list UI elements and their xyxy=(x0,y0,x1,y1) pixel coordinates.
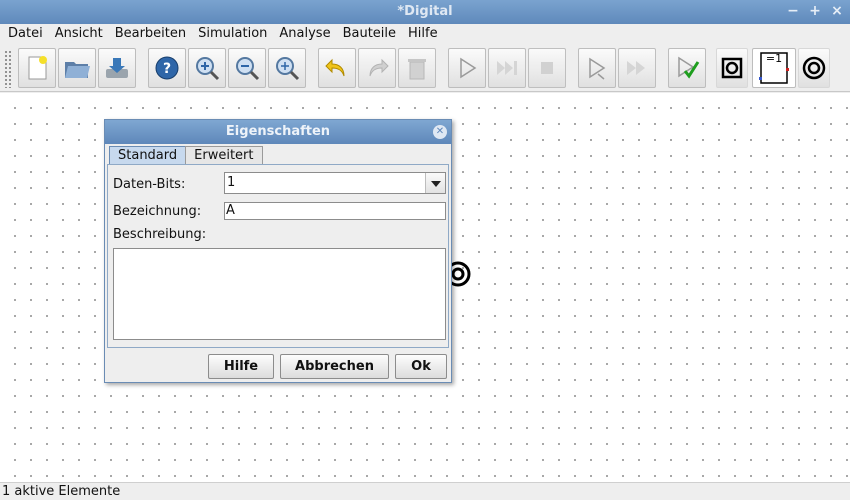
open-button[interactable] xyxy=(58,48,96,88)
menu-bar: Datei Ansicht Bearbeiten Simulation Anal… xyxy=(0,24,850,44)
zoom-out-icon xyxy=(236,57,260,81)
zoom-fit-icon xyxy=(276,57,300,81)
run-button[interactable] xyxy=(448,48,486,88)
tab-standard[interactable]: Standard xyxy=(109,146,187,165)
redo-button[interactable] xyxy=(358,48,396,88)
menu-analyse[interactable]: Analyse xyxy=(273,24,336,44)
gate-icon: =1 xyxy=(759,52,789,84)
zoom-in-icon xyxy=(196,57,220,81)
help-dialog-button[interactable]: Hilfe xyxy=(208,354,274,379)
help-icon: ? xyxy=(155,56,179,80)
cancel-button[interactable]: Abbrechen xyxy=(280,354,389,379)
analysis-icon xyxy=(589,57,606,80)
stop-icon xyxy=(541,62,553,74)
test-button[interactable] xyxy=(668,48,706,88)
zoom-fit-button[interactable] xyxy=(268,48,306,88)
maximize-button[interactable]: + xyxy=(808,2,822,20)
dialog-close-icon[interactable]: ✕ xyxy=(433,125,447,139)
toolbar-grip[interactable] xyxy=(4,50,12,88)
step-icon xyxy=(497,61,517,75)
minimize-button[interactable]: − xyxy=(786,2,800,20)
delete-button[interactable] xyxy=(398,48,436,88)
bits-label: Daten-Bits: xyxy=(113,177,186,192)
gate-component-button[interactable]: =1 xyxy=(752,48,796,88)
new-file-icon xyxy=(28,56,47,80)
stop-button[interactable] xyxy=(528,48,566,88)
name-input[interactable]: A xyxy=(224,202,446,220)
bits-select[interactable]: 1 xyxy=(224,172,446,194)
dialog-tabs: Standard Erweitert xyxy=(109,146,263,165)
delete-icon xyxy=(408,59,426,80)
save-button[interactable] xyxy=(98,48,136,88)
new-button[interactable] xyxy=(18,48,56,88)
output-component-button[interactable] xyxy=(798,48,830,88)
input-component-button[interactable] xyxy=(716,48,748,88)
dialog-button-row: Hilfe Abbrechen Ok xyxy=(105,352,451,380)
output-element-icon[interactable] xyxy=(448,257,476,291)
status-bar: 1 aktive Elemente xyxy=(0,482,850,500)
dialog-panel: Daten-Bits: 1 Bezeichnung: A Beschreibun… xyxy=(107,164,449,348)
zoom-in-button[interactable] xyxy=(188,48,226,88)
window-title: *Digital xyxy=(397,4,453,19)
menu-bearbeiten[interactable]: Bearbeiten xyxy=(109,24,192,44)
description-label: Beschreibung: xyxy=(113,227,207,242)
name-label: Bezeichnung: xyxy=(113,204,202,219)
window-title-bar: *Digital − + × xyxy=(0,0,850,24)
properties-dialog: Eigenschaften ✕ Standard Erweitert Daten… xyxy=(104,119,452,383)
undo-button[interactable] xyxy=(318,48,356,88)
save-icon xyxy=(106,58,128,78)
step-button[interactable] xyxy=(488,48,526,88)
ok-button[interactable]: Ok xyxy=(395,354,447,379)
analysis-button[interactable] xyxy=(578,48,616,88)
fast-forward-button[interactable] xyxy=(618,48,656,88)
open-folder-icon xyxy=(65,62,90,78)
menu-ansicht[interactable]: Ansicht xyxy=(49,24,109,44)
dialog-title: Eigenschaften xyxy=(225,124,331,139)
close-button[interactable]: × xyxy=(830,2,844,20)
undo-icon xyxy=(325,58,345,77)
menu-simulation[interactable]: Simulation xyxy=(192,24,273,44)
output-icon xyxy=(802,56,826,80)
help-button[interactable]: ? xyxy=(148,48,186,88)
run-icon xyxy=(460,57,477,79)
bits-value: 1 xyxy=(227,175,236,190)
description-textarea[interactable] xyxy=(113,248,446,340)
chevron-down-icon[interactable] xyxy=(425,173,445,193)
menu-hilfe[interactable]: Hilfe xyxy=(402,24,444,44)
input-icon xyxy=(721,57,743,79)
test-check-icon xyxy=(678,56,700,79)
menu-datei[interactable]: Datei xyxy=(2,24,49,44)
status-text: 1 aktive Elemente xyxy=(2,484,121,499)
fast-forward-icon xyxy=(627,61,645,75)
redo-icon xyxy=(369,58,389,77)
svg-text:?: ? xyxy=(163,61,171,77)
zoom-out-button[interactable] xyxy=(228,48,266,88)
gate-label: =1 xyxy=(766,52,782,65)
tab-erweitert[interactable]: Erweitert xyxy=(185,146,263,165)
dialog-title-bar[interactable]: Eigenschaften ✕ xyxy=(105,120,451,144)
menu-bauteile[interactable]: Bauteile xyxy=(337,24,402,44)
toolbar: ? =1 xyxy=(0,44,850,92)
